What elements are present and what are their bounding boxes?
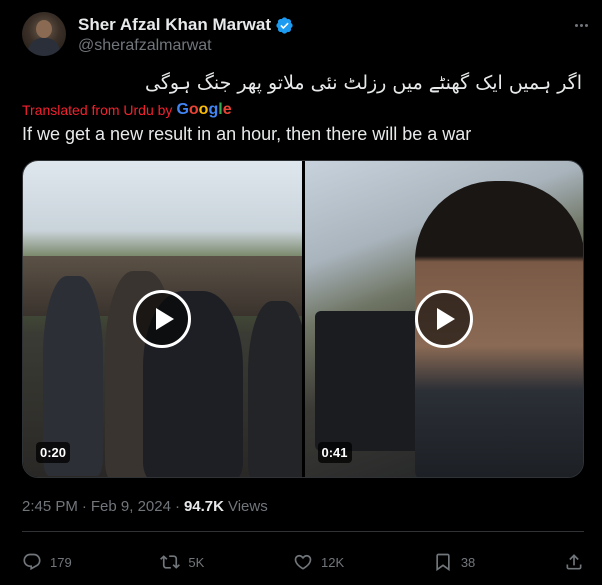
video-thumbnail-1[interactable]: 0:20 bbox=[23, 161, 302, 477]
share-button[interactable] bbox=[564, 552, 584, 572]
views-label: Views bbox=[227, 498, 268, 515]
play-icon bbox=[437, 308, 456, 330]
verified-badge-icon bbox=[276, 16, 293, 34]
author-display-name[interactable]: Sher Afzal Khan Marwat bbox=[78, 15, 271, 35]
video-duration: 0:41 bbox=[317, 442, 352, 463]
avatar-face bbox=[36, 20, 52, 38]
meta-separator: · bbox=[174, 498, 180, 515]
like-button[interactable]: 12K bbox=[293, 552, 344, 572]
views-count: 94.7K bbox=[183, 498, 224, 515]
avatar-body bbox=[28, 38, 60, 56]
share-icon bbox=[566, 554, 582, 570]
repost-icon bbox=[160, 555, 181, 569]
reply-icon bbox=[23, 553, 41, 571]
bookmark-count: 38 bbox=[460, 554, 476, 570]
reply-button[interactable]: 179 bbox=[22, 552, 72, 572]
video-figure bbox=[248, 301, 302, 477]
author-avatar[interactable] bbox=[22, 12, 66, 56]
divider bbox=[22, 531, 584, 532]
author-handle[interactable]: @sherafzalmarwat bbox=[78, 37, 212, 55]
video-duration: 0:20 bbox=[36, 442, 71, 463]
play-icon bbox=[155, 308, 174, 330]
google-logo: Google bbox=[176, 101, 232, 118]
like-count: 12K bbox=[320, 554, 345, 570]
translation-attribution: Translated from Urdu by Google bbox=[22, 101, 232, 119]
video-thumbnail-2[interactable]: 0:41 bbox=[304, 161, 583, 477]
bookmark-button[interactable]: 38 bbox=[433, 552, 475, 572]
translated-from-label[interactable]: Translated from Urdu by bbox=[22, 102, 172, 118]
repost-count: 5K bbox=[188, 554, 205, 570]
post-time[interactable]: 2:45 PM bbox=[22, 498, 78, 515]
author-name-row: Sher Afzal Khan Marwat bbox=[78, 15, 294, 35]
more-horizontal-icon[interactable] bbox=[570, 14, 592, 36]
tweet-header: Sher Afzal Khan Marwat @sherafzalmarwat bbox=[22, 12, 592, 58]
post-date[interactable]: Feb 9, 2024 bbox=[91, 498, 171, 515]
like-icon bbox=[294, 554, 312, 570]
post-translation: If we get a new result in an hour, then … bbox=[22, 124, 472, 144]
reply-count: 179 bbox=[50, 554, 72, 570]
play-button[interactable] bbox=[414, 290, 473, 348]
media-grid: 0:20 0:41 bbox=[22, 160, 584, 478]
post-original-text: اگر ہمیں ایک گھنٹے میں رزلٹ نئی ملاتو پھ… bbox=[145, 72, 582, 94]
action-bar: 179 5K 12K 38 bbox=[22, 548, 584, 576]
repost-button[interactable]: 5K bbox=[160, 552, 204, 572]
post-meta: 2:45 PM · Feb 9, 2024 · 94.7K Views bbox=[22, 498, 268, 515]
meta-separator: · bbox=[81, 498, 87, 515]
bookmark-icon bbox=[436, 553, 450, 572]
play-button[interactable] bbox=[133, 290, 192, 348]
